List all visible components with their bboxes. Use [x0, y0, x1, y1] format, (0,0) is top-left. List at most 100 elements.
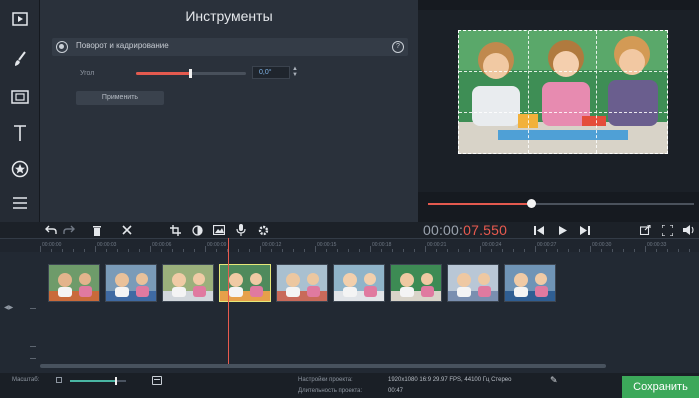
ruler-tick [271, 249, 272, 252]
ruler-tick [293, 249, 294, 252]
section-label: Поворот и кадрирование [76, 41, 169, 50]
timeline-clip[interactable] [504, 264, 556, 302]
ruler-tick [480, 246, 481, 252]
ruler-tick [623, 249, 624, 252]
save-button[interactable]: Сохранить [622, 376, 699, 398]
angle-input[interactable]: 0,0° [252, 66, 290, 79]
ruler-label: 00:00:27 [537, 242, 557, 248]
image-icon[interactable] [212, 222, 226, 238]
tools-panel: Инструменты Поворот и кадрирование ? Уго… [40, 0, 418, 222]
help-icon[interactable]: ? [392, 41, 404, 53]
fullscreen-icon[interactable] [660, 222, 674, 238]
ruler-tick [238, 249, 239, 252]
timeline-clip[interactable] [276, 264, 328, 302]
ruler-tick [205, 246, 206, 252]
external-window-icon[interactable] [638, 222, 652, 238]
menu-icon[interactable] [4, 188, 36, 218]
ruler-label: 00:00:00 [42, 242, 62, 248]
ruler-label: 00:00:18 [372, 242, 392, 248]
preview-panel [418, 0, 699, 222]
timecode-main: 00:00: [423, 222, 464, 238]
angle-spinner[interactable]: ▲ ▼ [292, 66, 298, 79]
seekbar-fill [428, 203, 532, 205]
timeline-clip[interactable] [162, 264, 214, 302]
timeline[interactable]: 00:00:00 00:00:03 00:00:06 00:00:09 00:00:12… [0, 238, 699, 373]
ruler-tick [535, 246, 536, 252]
audio-icon[interactable] [234, 222, 248, 238]
angle-label: Угол [80, 70, 95, 77]
movavi-editor-window: Инструменты Поворот и кадрирование ? Уго… [0, 0, 699, 398]
settings-gear-icon[interactable] [256, 222, 270, 238]
ruler-label: 00:00:09 [207, 242, 227, 248]
ruler-tick [667, 249, 668, 252]
ruler-tick [612, 249, 613, 252]
angle-slider[interactable] [136, 69, 246, 78]
trash-icon[interactable] [90, 222, 104, 238]
skip-forward-icon[interactable] [578, 222, 592, 238]
volume-icon[interactable] [682, 222, 696, 238]
ruler-tick [337, 249, 338, 252]
preview-frame [418, 10, 699, 192]
ruler-tick [656, 249, 657, 252]
video-track[interactable] [40, 264, 699, 302]
zoom-slider-handle[interactable] [115, 377, 117, 385]
project-settings-value: 1920x1080 16:9 29.97 FPS, 44100 Гц Стере… [388, 377, 512, 383]
timeline-scrollbar[interactable] [40, 364, 606, 368]
timeline-clip[interactable] [390, 264, 442, 302]
color-adjust-icon[interactable] [190, 222, 204, 238]
ruler-tick [436, 249, 437, 252]
timeline-clip[interactable] [447, 264, 499, 302]
crop-icon[interactable] [168, 222, 182, 238]
track-mark [30, 346, 36, 347]
ruler-tick [359, 249, 360, 252]
undo-icon[interactable] [44, 222, 58, 238]
ruler-tick [40, 246, 41, 252]
edit-pencil-icon[interactable]: ✎ [550, 375, 558, 386]
track-mark [30, 358, 36, 359]
track-mark [30, 308, 36, 309]
project-duration-value: 00:47 [388, 388, 404, 394]
ruler-tick [689, 249, 690, 252]
scissors-icon[interactable] [120, 222, 134, 238]
ruler-label: 00:00:03 [97, 242, 117, 248]
ruler-tick [62, 249, 63, 252]
redo-icon[interactable] [62, 222, 76, 238]
ruler-tick [634, 249, 635, 252]
skip-back-icon[interactable] [532, 222, 546, 238]
fit-timeline-icon[interactable] [152, 376, 162, 385]
apply-button[interactable]: Применить [76, 91, 164, 105]
ruler-tick [645, 246, 646, 252]
timeline-clip[interactable] [219, 264, 271, 302]
seekbar-handle[interactable] [527, 199, 536, 208]
status-bar: Масштаб: Настройки проекта: 1920x1080 16… [0, 373, 699, 398]
ruler-label: 00:00:15 [317, 242, 337, 248]
ruler-tick [414, 249, 415, 252]
zoom-out-icon[interactable] [56, 377, 62, 383]
ruler-label: 00:00:06 [152, 242, 172, 248]
ruler-tick [601, 249, 602, 252]
rotate-crop-section[interactable]: Поворот и кадрирование ? [52, 38, 408, 56]
preview-seekbar[interactable] [428, 199, 694, 208]
clip-split-icon[interactable] [4, 82, 36, 112]
ruler-tick [447, 249, 448, 252]
play-icon[interactable] [556, 222, 570, 238]
timeline-clip[interactable] [105, 264, 157, 302]
track-side-label: ◀▶ [4, 305, 14, 311]
zoom-slider[interactable] [70, 377, 126, 385]
ruler-tick [590, 246, 591, 252]
star-icon[interactable] [4, 154, 36, 184]
ruler-tick [568, 249, 569, 252]
ruler-tick [172, 249, 173, 252]
time-ruler[interactable]: 00:00:00 00:00:03 00:00:06 00:00:09 00:00:12… [0, 238, 699, 252]
panel-title: Инструменты [185, 8, 273, 24]
playhead[interactable] [228, 238, 229, 368]
brush-icon[interactable] [4, 44, 36, 74]
film-icon[interactable] [4, 4, 36, 34]
ruler-tick [95, 246, 96, 252]
ruler-tick [403, 249, 404, 252]
angle-slider-handle[interactable] [189, 69, 192, 78]
timeline-clip[interactable] [48, 264, 100, 302]
text-icon[interactable] [4, 118, 36, 148]
timeline-clip[interactable] [333, 264, 385, 302]
ruler-tick [282, 249, 283, 252]
